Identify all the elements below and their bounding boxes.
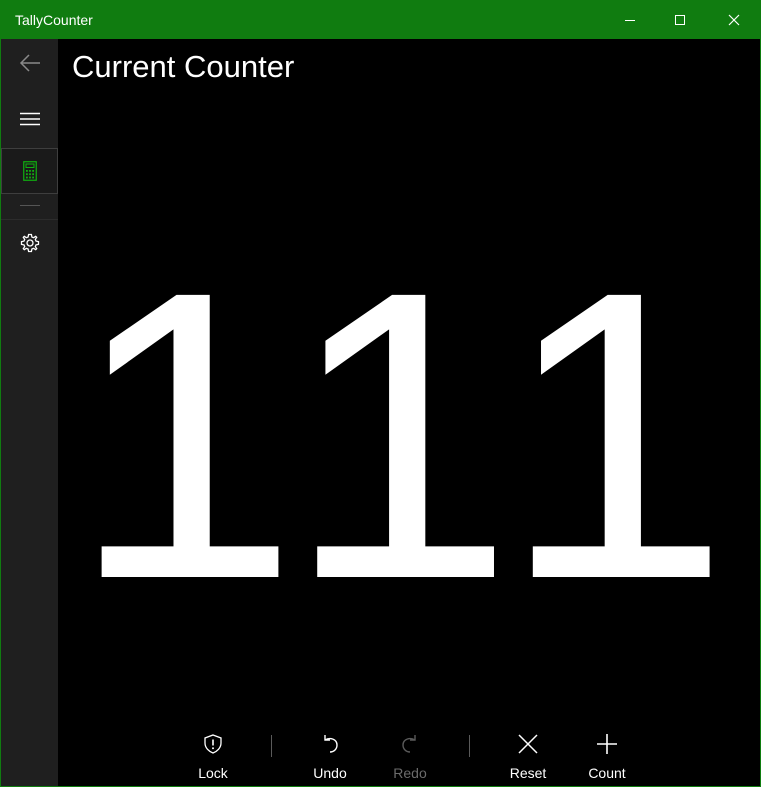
hamburger-icon — [19, 112, 40, 126]
back-button[interactable] — [1, 40, 58, 86]
app-title: TallyCounter — [15, 12, 93, 28]
gear-icon — [20, 233, 39, 253]
lock-label: Lock — [198, 765, 228, 781]
redo-icon — [402, 735, 416, 753]
command-bar: Lock Undo Redo Reset Count — [58, 725, 760, 786]
redo-button[interactable]: Redo — [375, 731, 445, 781]
command-separator — [271, 735, 272, 757]
hamburger-menu-button[interactable] — [1, 96, 58, 142]
close-icon — [728, 14, 740, 26]
sidebar-item-counter[interactable] — [1, 148, 58, 194]
maximize-button[interactable] — [655, 1, 705, 39]
page-title: Current Counter — [72, 49, 295, 84]
app-window: TallyCounter Current Counter 111 Lock Un… — [0, 0, 761, 787]
close-icon — [518, 734, 538, 754]
nav-sidebar — [1, 39, 58, 786]
plus-icon — [597, 734, 617, 754]
command-separator — [469, 735, 470, 757]
redo-label: Redo — [393, 765, 427, 781]
main-content: Current Counter 111 Lock Undo Redo Reset… — [58, 39, 760, 786]
sidebar-item-settings[interactable] — [1, 220, 58, 266]
count-label: Count — [588, 765, 626, 781]
minimize-icon — [625, 20, 635, 21]
maximize-icon — [675, 15, 685, 25]
undo-button[interactable]: Undo — [295, 731, 365, 781]
undo-label: Undo — [313, 765, 347, 781]
counter-display: 111 — [70, 206, 748, 664]
shield-icon — [204, 734, 222, 754]
minimize-button[interactable] — [605, 1, 655, 39]
title-bar: TallyCounter — [1, 1, 760, 39]
close-button[interactable] — [709, 1, 759, 39]
calculator-icon — [22, 161, 37, 181]
reset-button[interactable]: Reset — [493, 731, 563, 781]
count-button[interactable]: Count — [572, 731, 642, 781]
reset-label: Reset — [509, 765, 547, 781]
arrow-left-icon — [19, 54, 40, 72]
lock-button[interactable]: Lock — [178, 731, 248, 781]
sidebar-divider — [20, 205, 40, 206]
undo-icon — [324, 735, 338, 753]
